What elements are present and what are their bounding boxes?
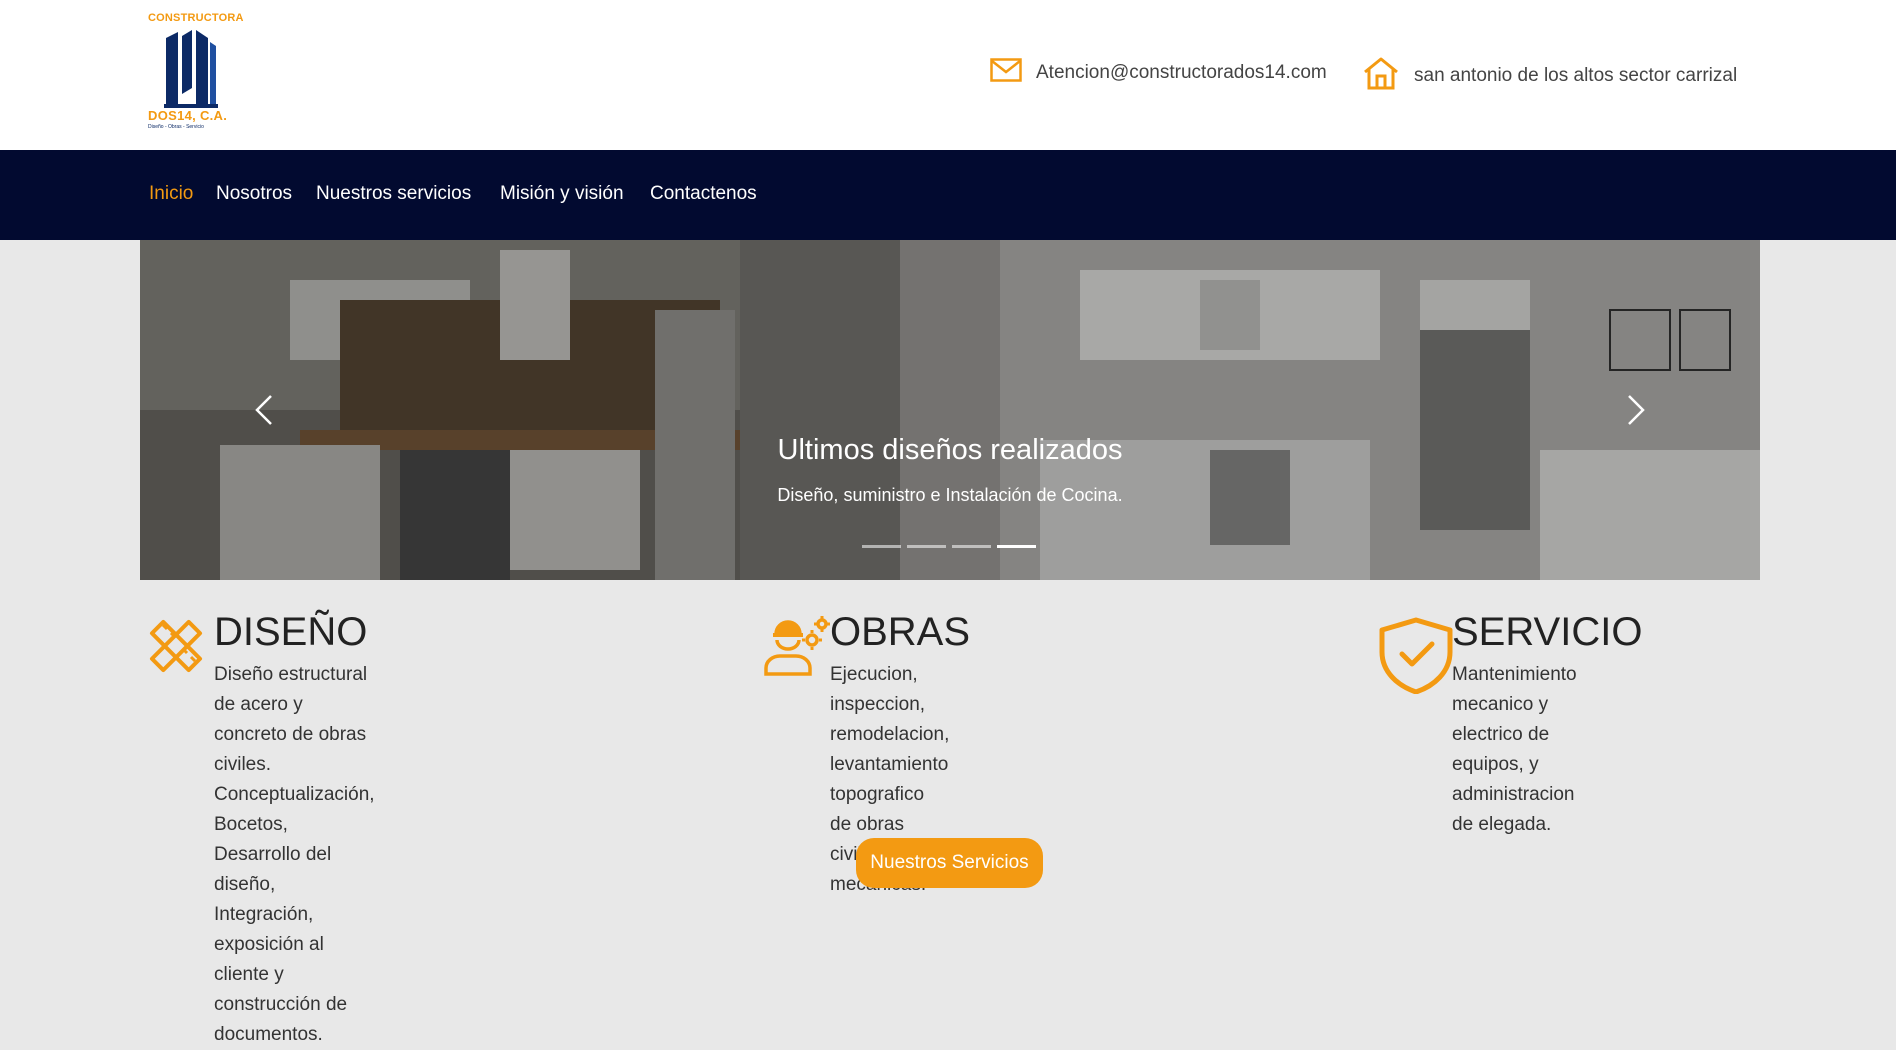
shield-check-icon: [1378, 616, 1454, 699]
home-icon: [1362, 56, 1400, 96]
carousel-next-button[interactable]: [1615, 390, 1655, 430]
feature-line: electrico de equipos, y: [1452, 724, 1550, 775]
carousel-caption-title: Ultimos diseños realizados: [777, 434, 1123, 466]
mail-icon: [990, 58, 1022, 88]
logo-mark: [164, 30, 218, 108]
nuestros-servicios-button[interactable]: Nuestros Servicios: [856, 838, 1043, 888]
carousel-indicator-4[interactable]: [997, 545, 1036, 548]
feature-title: OBRAS: [830, 610, 971, 654]
worker-gears-icon: [762, 616, 832, 683]
carousel-indicator-1[interactable]: [862, 545, 901, 548]
feature-description: Diseño estructural de acero y concreto d…: [214, 660, 375, 1050]
feature-line: Diseño estructural de acero y: [214, 664, 368, 715]
carousel-prev-button[interactable]: [245, 390, 285, 430]
company-logo[interactable]: CONSTRUCTORA DOS14, C.A. Diseño - Obras …: [148, 10, 244, 140]
feature-line: Desarrollo del diseño, Integración,: [214, 844, 332, 925]
nav-item-mision-vision[interactable]: Misión y visión: [500, 183, 624, 205]
nav-item-contactenos[interactable]: Contactenos: [650, 183, 757, 205]
feature-line: exposición al cliente y: [214, 934, 324, 985]
carousel-indicators: [862, 545, 1036, 548]
logo-tagline: Diseño - Obras - Servicio: [148, 124, 204, 130]
contact-email-text: Atencion@constructorados14.com: [1036, 62, 1327, 83]
carousel-indicator-3[interactable]: [952, 545, 991, 548]
nav-item-inicio[interactable]: Inicio: [149, 183, 193, 205]
chevron-right-icon: [1628, 395, 1645, 425]
logo-name: DOS14, C.A.: [148, 108, 228, 123]
feature-line: remodelacion, levantamiento: [830, 724, 950, 775]
feature-line: Mantenimiento mecanico y: [1452, 664, 1577, 715]
contact-address-text: san antonio de los altos sector carrizal: [1414, 65, 1738, 86]
feature-line: concreto de obras civiles.: [214, 724, 367, 775]
logo-top-text: CONSTRUCTORA: [148, 12, 244, 24]
feature-line: construcción de documentos.: [214, 994, 348, 1045]
main-navigation: Inicio Nosotros Nuestros servicios Misió…: [0, 150, 1896, 240]
carousel-caption-text: Diseño, suministro e Instalación de Coci…: [777, 485, 1123, 505]
nav-item-nuestros-servicios[interactable]: Nuestros servicios: [316, 183, 471, 205]
contact-address: san antonio de los altos sector carrizal: [1362, 56, 1737, 96]
site-header: CONSTRUCTORA DOS14, C.A. Diseño - Obras …: [0, 0, 1896, 150]
feature-line: Conceptualización, Bocetos,: [214, 784, 375, 835]
feature-line: administracion de elegada.: [1452, 784, 1575, 835]
ruler-pencil-icon: [146, 616, 206, 683]
hero-carousel[interactable]: Ultimos diseños realizados Diseño, sumin…: [140, 240, 1760, 580]
feature-line: Ejecucion, inspeccion,: [830, 664, 926, 715]
feature-title: SERVICIO: [1452, 610, 1643, 654]
feature-description: Mantenimiento mecanico y electrico de eq…: [1452, 660, 1577, 840]
carousel-slide-image: [140, 240, 1760, 580]
feature-title: DISEÑO: [214, 610, 368, 654]
chevron-left-icon: [255, 395, 272, 425]
nav-item-nosotros[interactable]: Nosotros: [216, 183, 292, 205]
contact-email[interactable]: Atencion@constructorados14.com: [990, 58, 1327, 88]
carousel-indicator-2[interactable]: [907, 545, 946, 548]
